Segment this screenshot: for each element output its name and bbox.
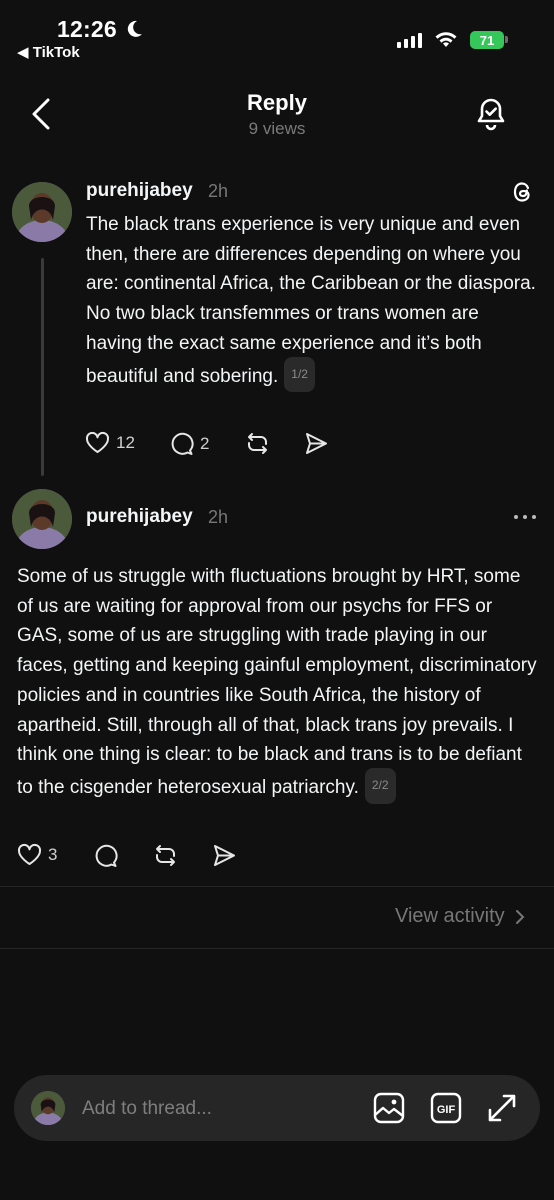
svg-text:GIF: GIF (437, 1104, 456, 1116)
expand-icon[interactable] (486, 1092, 518, 1129)
like-button[interactable]: 12 (85, 431, 135, 455)
page-badge: 2/2 (364, 767, 396, 804)
reply-count: 2 (200, 433, 210, 453)
status-time: 12:26 (57, 16, 117, 42)
thread-reply-input[interactable] (80, 1093, 344, 1125)
post-time: 2h (208, 181, 229, 201)
battery-level: 71 (470, 31, 504, 49)
divider (0, 886, 554, 887)
post-text: Some of us struggle with fluctuations br… (17, 562, 539, 806)
gif-icon[interactable]: GIF (430, 1092, 462, 1129)
like-button[interactable]: 3 (17, 843, 57, 867)
post-username[interactable]: purehijabey (86, 180, 193, 202)
back-to-app-link[interactable]: ◀ TikTok (17, 43, 80, 61)
view-activity-link[interactable]: View activity (395, 905, 525, 928)
share-icon[interactable] (212, 843, 237, 873)
page-badge: 1/2 (284, 356, 315, 393)
comment-icon[interactable] (93, 843, 118, 873)
comment-button[interactable]: 2 (169, 431, 209, 456)
comment-icon (171, 432, 194, 455)
avatar[interactable] (12, 489, 72, 549)
composer-bar: GIF (14, 1075, 540, 1141)
chevron-right-icon (515, 909, 525, 924)
view-activity-label: View activity (395, 905, 505, 927)
repost-icon[interactable] (153, 843, 178, 873)
more-icon[interactable] (512, 505, 538, 534)
post-username[interactable]: purehijabey (86, 506, 193, 528)
thread-line (41, 258, 44, 476)
image-icon[interactable] (373, 1092, 405, 1129)
threads-logo-icon (511, 180, 535, 209)
avatar[interactable] (12, 182, 72, 242)
post-text: The black trans experience is very uniqu… (86, 210, 536, 394)
post-time: 2h (208, 507, 229, 527)
views-count: 9 views (248, 119, 306, 138)
page-title: Reply (247, 90, 307, 115)
battery-cap (505, 36, 508, 43)
wifi-icon (434, 30, 458, 53)
like-count: 12 (116, 433, 135, 452)
bell-check-icon[interactable] (474, 96, 508, 137)
avatar (31, 1091, 65, 1125)
repost-icon[interactable] (245, 431, 270, 461)
like-count: 3 (48, 845, 58, 864)
share-icon[interactable] (304, 431, 329, 461)
post-text-content: Some of us struggle with fluctuations br… (17, 566, 537, 798)
signal-icon (397, 32, 422, 48)
moon-icon (124, 19, 144, 44)
heart-icon (85, 431, 110, 453)
heart-icon (17, 843, 42, 865)
divider (0, 948, 554, 949)
